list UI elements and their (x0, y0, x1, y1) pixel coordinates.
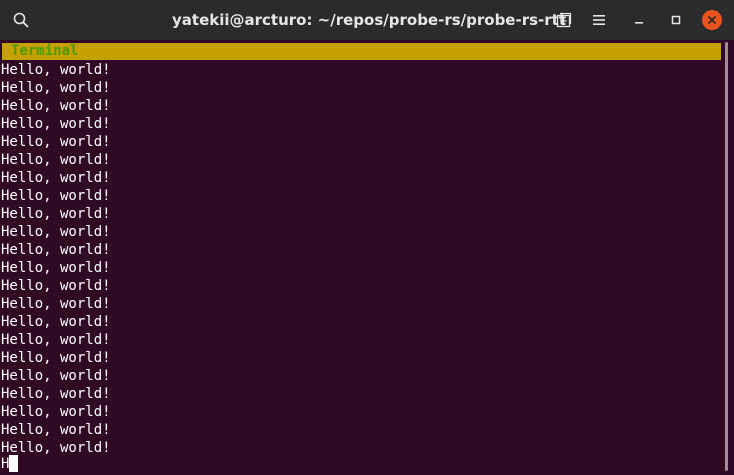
close-icon (707, 11, 717, 29)
scrollbar-thumb[interactable] (725, 42, 728, 471)
scrollbar[interactable] (722, 40, 734, 475)
maximize-icon (670, 14, 682, 26)
output-line: Hello, world! (1, 404, 111, 420)
output-line: Hello, world! (1, 98, 111, 114)
output-line: Hello, world! (1, 314, 111, 330)
terminal-tab-header: Terminal (2, 43, 721, 60)
output-line: Hello, world! (1, 152, 111, 168)
output-line: Hello, world! (1, 206, 111, 222)
output-line: Hello, world! (1, 386, 111, 402)
output-line: Hello, world! (1, 260, 111, 276)
output-line: Hello, world! (1, 350, 111, 366)
menu-button[interactable] (588, 9, 610, 31)
output-line: Hello, world! (1, 332, 111, 348)
output-line: Hello, world! (1, 134, 111, 150)
maximize-button[interactable] (665, 9, 687, 31)
output-line: Hello, world! (1, 188, 111, 204)
output-line: Hello, world! (1, 62, 111, 78)
terminal-input-line[interactable]: H (1, 455, 19, 473)
output-line: Hello, world! (1, 296, 111, 312)
terminal-header-label: Terminal (11, 43, 79, 59)
text-cursor (9, 455, 19, 472)
output-line: Hello, world! (1, 80, 111, 96)
output-line: Hello, world! (1, 278, 111, 294)
terminal-window: yatekii@arcturo: ~/repos/probe-rs/probe-… (0, 0, 734, 475)
close-button[interactable] (702, 10, 722, 30)
output-line: Hello, world! (1, 422, 111, 438)
terminal-area[interactable]: Terminal Hello, world! Hello, world! Hello… (0, 40, 722, 475)
output-line: Hello, world! (1, 170, 111, 186)
output-line: Hello, world! (1, 116, 111, 132)
search-icon (13, 12, 29, 28)
new-tab-button[interactable] (553, 9, 575, 31)
title-bar[interactable]: yatekii@arcturo: ~/repos/probe-rs/probe-… (0, 0, 734, 40)
minimize-button[interactable] (628, 9, 650, 31)
window-title: yatekii@arcturo: ~/repos/probe-rs/probe-… (172, 11, 566, 29)
minimize-icon (633, 14, 645, 26)
terminal-output: Hello, world! Hello, world! Hello, world! H… (1, 61, 111, 457)
hamburger-menu-icon (592, 14, 606, 26)
output-line: Hello, world! (1, 368, 111, 384)
partial-output: H (1, 456, 10, 472)
new-tab-icon (556, 12, 572, 28)
output-line: Hello, world! (1, 242, 111, 258)
search-button[interactable] (10, 9, 32, 31)
output-line: Hello, world! (1, 224, 111, 240)
